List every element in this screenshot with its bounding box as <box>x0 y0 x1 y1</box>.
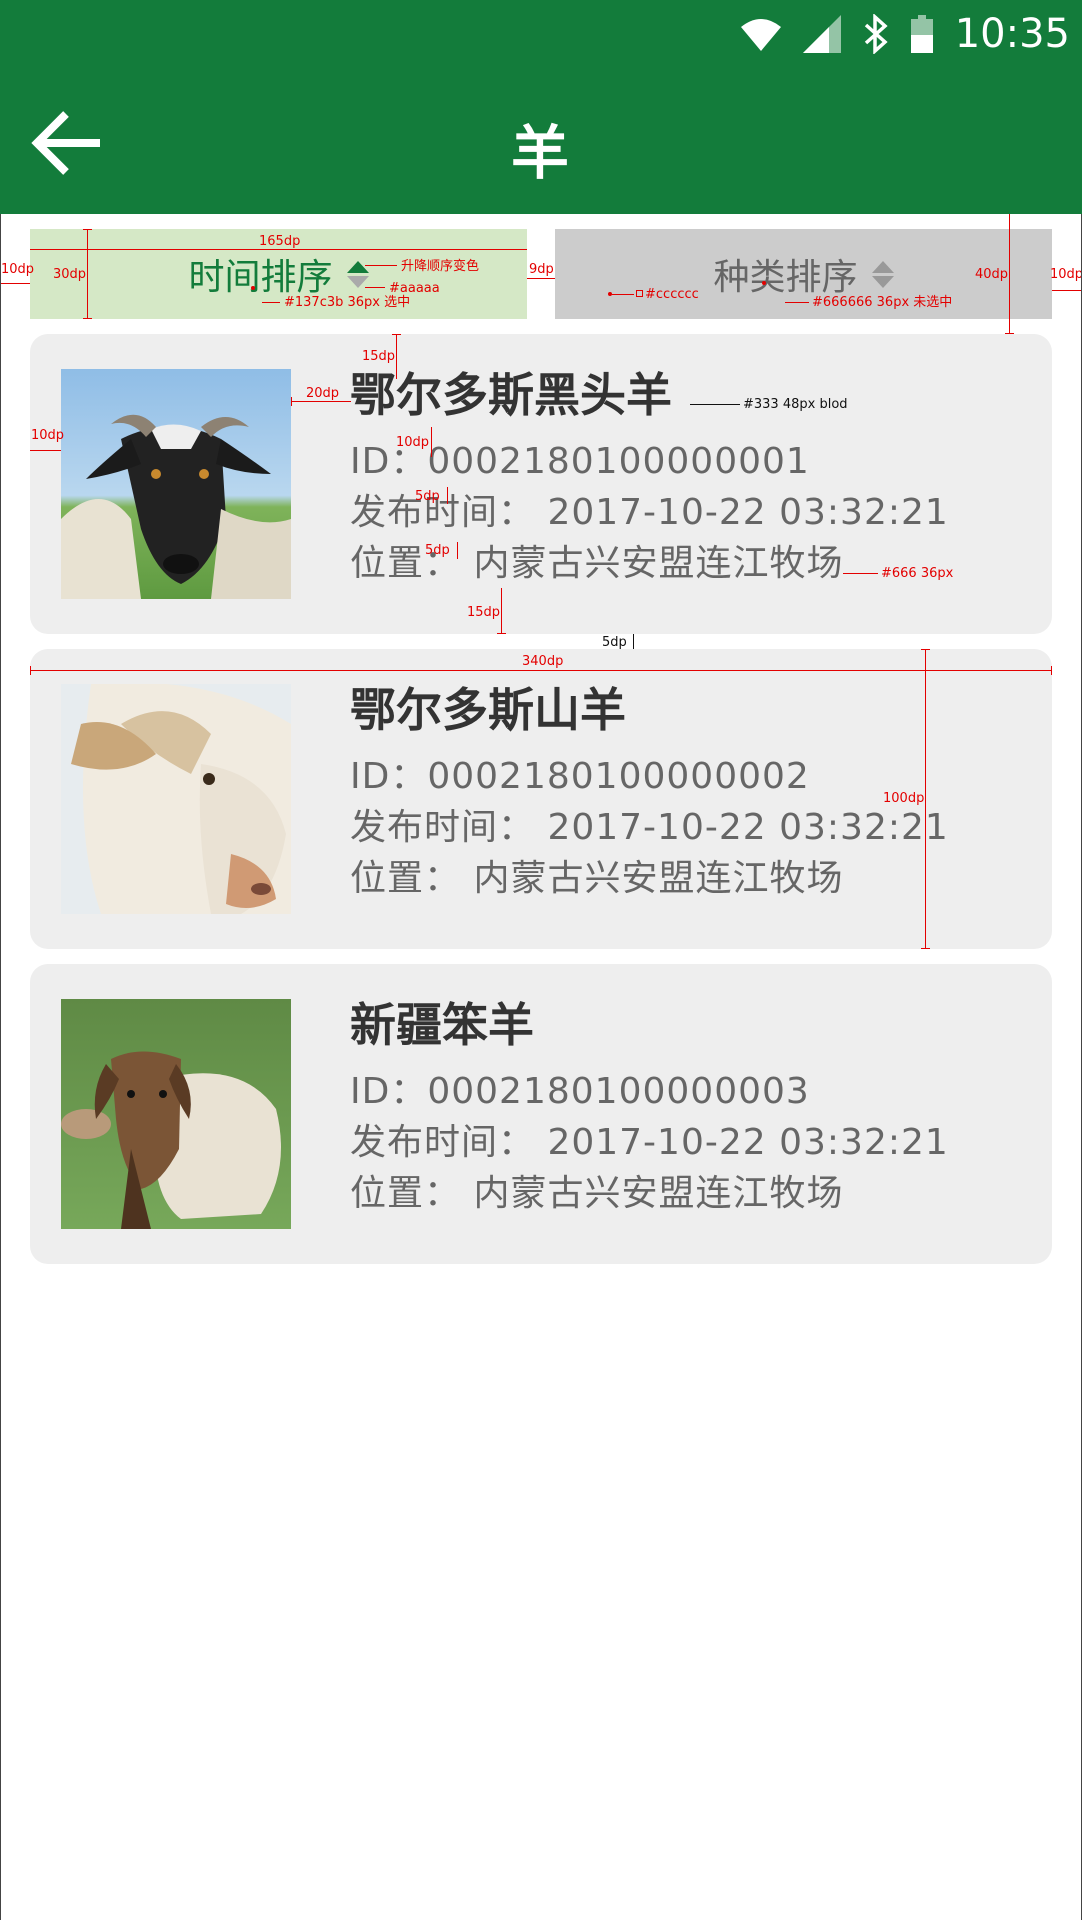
item-title: 鄂尔多斯山羊 <box>350 683 626 737</box>
app-bar: 10:35 羊 <box>0 0 1082 214</box>
annotation-gap-5a: 5dp <box>415 489 440 504</box>
sheep-thumbnail <box>61 999 291 1229</box>
annotation-width-340: 340dp <box>522 654 564 669</box>
annotation-padding-10: 10dp <box>31 428 65 443</box>
annotation-height-40: 40dp <box>975 267 1009 282</box>
annotation-bottom-15: 15dp <box>467 605 501 620</box>
item-publish-time: 发布时间： 2017-10-22 03:32:21 <box>350 807 949 848</box>
page-title: 羊 <box>510 119 571 187</box>
item-info: 新疆笨羊 ID：0002180100000003 发布时间： 2017-10-2… <box>350 994 1032 1219</box>
annotation-top-15: 15dp <box>362 349 396 364</box>
signal-icon <box>802 15 841 53</box>
sort-by-time-label: 时间排序 <box>188 257 333 298</box>
item-publish-time: 发布时间： 2017-10-22 03:32:21 <box>350 492 949 533</box>
annotation-height-30: 30dp <box>53 267 87 282</box>
annotation-bg-color: #cccccc <box>645 287 699 302</box>
item-info: 鄂尔多斯黑头羊 ID：0002180100000001 发布时间： 2017-1… <box>350 364 1032 589</box>
annotation-gray-arrow: #aaaaa <box>389 281 440 296</box>
annotation-padding-20: 20dp <box>306 386 340 401</box>
item-info: 鄂尔多斯山羊 ID：0002180100000002 发布时间： 2017-10… <box>350 679 1032 904</box>
annotation-left-10: 10dp <box>1 262 35 277</box>
wifi-icon <box>740 17 781 51</box>
battery-icon <box>910 15 933 53</box>
sheep-thumbnail <box>61 684 291 914</box>
item-id: ID：0002180100000001 <box>350 441 810 482</box>
status-time: 10:35 <box>954 11 1070 57</box>
item-id: ID：0002180100000002 <box>350 756 810 797</box>
annotation-unselected-style: #666666 36px 未选中 <box>812 295 953 310</box>
item-title: 新疆笨羊 <box>350 998 534 1052</box>
annotation-card-gap: 5dp <box>602 635 627 650</box>
item-title: 鄂尔多斯黑头羊 <box>350 368 672 422</box>
list-item[interactable]: 新疆笨羊 ID：0002180100000003 发布时间： 2017-10-2… <box>30 964 1052 1264</box>
list-item[interactable]: 鄂尔多斯黑头羊 ID：0002180100000001 发布时间： 2017-1… <box>30 334 1052 634</box>
annotation-gap-9: 9dp <box>529 262 554 277</box>
sheep-thumbnail <box>61 369 291 599</box>
item-publish-time: 发布时间： 2017-10-22 03:32:21 <box>350 1122 949 1163</box>
bluetooth-icon <box>863 14 889 54</box>
sort-order-icon <box>871 260 894 288</box>
item-id: ID：0002180100000003 <box>350 1071 810 1112</box>
item-location: 位置： 内蒙古兴安盟连江牧场 <box>350 543 844 584</box>
sort-by-type-label: 种类排序 <box>713 257 858 298</box>
annotation-text-style: #666 36px <box>881 566 954 581</box>
annotation-width-165: 165dp <box>259 234 301 249</box>
annotation-sort-arrow: 升降顺序变色 <box>401 259 480 274</box>
item-location: 位置： 内蒙古兴安盟连江牧场 <box>350 858 844 899</box>
annotation-right-10: 10dp <box>1050 267 1082 282</box>
status-bar: 10:35 <box>740 0 1082 68</box>
annotation-gap-10: 10dp <box>396 435 430 450</box>
annotation-height-100: 100dp <box>883 791 925 806</box>
annotation-selected-style: #137c3b 36px 选中 <box>284 295 411 310</box>
annotation-title-style: #333 48px blod <box>743 397 848 412</box>
sheep-list: 鄂尔多斯黑头羊 ID：0002180100000001 发布时间： 2017-1… <box>30 334 1052 1279</box>
item-location: 位置： 内蒙古兴安盟连江牧场 <box>350 1173 844 1214</box>
annotation-gap-5b: 5dp <box>425 543 450 558</box>
